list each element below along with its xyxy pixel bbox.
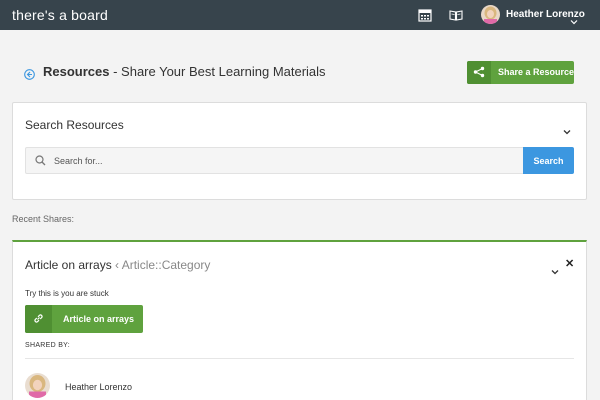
sharer-name[interactable]: Heather Lorenzo	[65, 382, 132, 392]
chevron-down-icon[interactable]	[563, 122, 571, 135]
resource-description: Try this is you are stuck	[25, 289, 109, 298]
search-resources-panel: Search Resources Search	[12, 102, 587, 200]
search-button[interactable]: Search	[523, 147, 574, 174]
share-icon	[467, 61, 491, 84]
page-title-subtitle: - Share Your Best Learning Materials	[109, 64, 326, 79]
book-icon[interactable]	[449, 8, 463, 22]
resource-title: Article on arrays ‹ Article::Category	[25, 258, 210, 272]
user-avatar[interactable]	[481, 5, 500, 24]
shared-resource-card: Article on arrays ‹ Article::Category ✕ …	[12, 240, 587, 400]
app-brand[interactable]: there's a board	[12, 7, 108, 23]
top-navbar: there's a board Heather Lorenzo	[0, 0, 600, 30]
share-resource-button[interactable]: Share a Resource	[467, 61, 574, 84]
resource-category: ‹ Article::Category	[111, 258, 211, 272]
search-panel-title: Search Resources	[25, 118, 124, 132]
back-arrow-icon[interactable]	[24, 67, 35, 80]
link-icon	[25, 305, 52, 333]
recent-shares-label: Recent Shares:	[12, 214, 75, 224]
search-input[interactable]	[54, 152, 514, 169]
search-field	[25, 147, 523, 174]
resource-title-text[interactable]: Article on arrays	[25, 258, 112, 272]
sharer-avatar[interactable]	[25, 373, 50, 398]
resource-link-button[interactable]: Article on arrays	[25, 305, 143, 333]
share-resource-label: Share a Resource	[498, 67, 575, 77]
chevron-down-icon[interactable]	[570, 12, 578, 25]
calendar-icon[interactable]	[418, 8, 432, 22]
divider	[25, 358, 574, 359]
resource-link-label: Article on arrays	[63, 314, 135, 324]
chevron-down-icon[interactable]	[551, 262, 559, 275]
close-icon[interactable]: ✕	[565, 257, 574, 270]
search-icon	[35, 155, 46, 166]
shared-by-label: SHARED BY:	[25, 342, 71, 349]
page-title-main: Resources	[43, 64, 110, 79]
page-title: Resources - Share Your Best Learning Mat…	[43, 64, 326, 79]
